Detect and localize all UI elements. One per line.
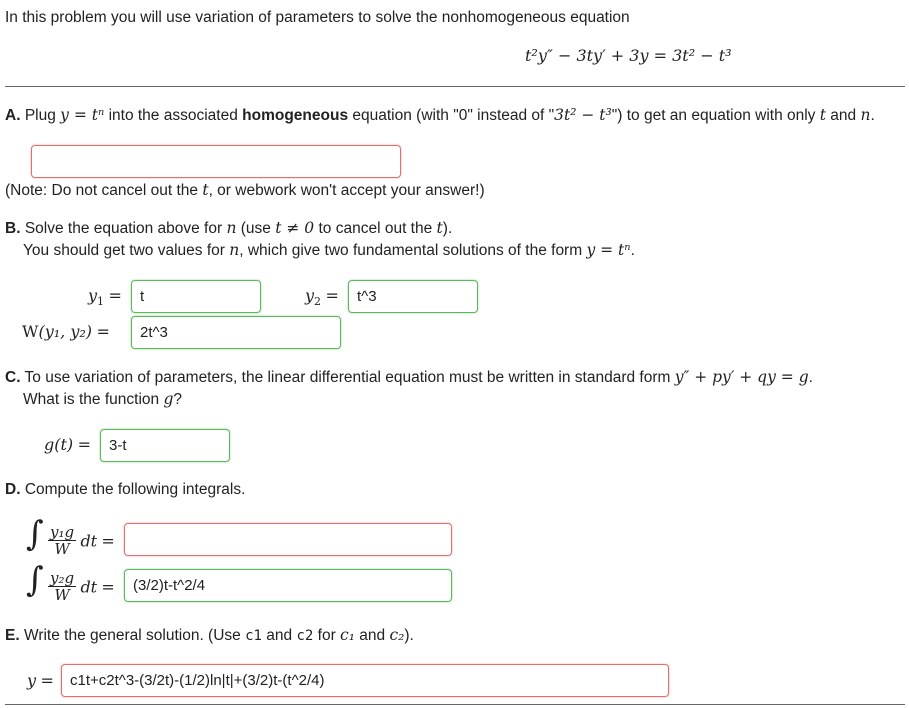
y1-label: y1 =	[88, 286, 122, 309]
part-b-prompt-line2: You should get two values for n, which g…	[23, 241, 635, 259]
y2-input[interactable]	[348, 280, 478, 313]
part-b-prompt-line1: B. Solve the equation above for n (use t…	[5, 219, 453, 237]
integral-sign-icon: ∫	[26, 514, 44, 554]
wronskian-label: W(y₁, y₂) =	[22, 322, 110, 341]
divider-bottom	[5, 704, 905, 705]
part-d-label: D.	[5, 481, 21, 498]
y2-label: y2 =	[305, 286, 339, 309]
intro-text: In this problem you will use variation o…	[5, 9, 630, 26]
part-e-label: E.	[5, 627, 20, 644]
main-equation: t²y″ − 3ty′ + 3y = 3t² − t³	[525, 46, 732, 65]
wronskian-input[interactable]	[131, 316, 341, 349]
divider-top	[5, 86, 905, 87]
part-a-note: (Note: Do not cancel out the t, or webwo…	[5, 181, 485, 199]
integral-1-input[interactable]	[124, 523, 452, 556]
g-input[interactable]	[100, 429, 230, 462]
part-b-label: B.	[5, 220, 21, 237]
g-label: g(t) =	[44, 435, 92, 454]
part-c-prompt-line1: C. To use variation of parameters, the l…	[5, 368, 813, 386]
part-c-prompt-line2: What is the function g?	[23, 390, 182, 408]
y1-input[interactable]	[131, 280, 261, 313]
integral-1-expression: ∫ y₁g W dt =	[26, 514, 115, 559]
integral-2-input[interactable]	[124, 569, 452, 602]
part-a-answer-input[interactable]	[31, 145, 401, 178]
part-d-prompt: D. Compute the following integrals.	[5, 481, 246, 498]
integral-sign-icon: ∫	[26, 560, 44, 600]
part-e-prompt: E. Write the general solution. (Use c1 a…	[5, 626, 414, 644]
integral-2-expression: ∫ y₂g W dt =	[26, 560, 115, 605]
part-a-label: A.	[5, 107, 21, 124]
part-a-prompt: A. Plug y = tⁿ into the associated homog…	[5, 106, 875, 124]
part-c-label: C.	[5, 369, 21, 386]
general-solution-label: y =	[27, 671, 54, 690]
general-solution-input[interactable]	[61, 664, 669, 697]
